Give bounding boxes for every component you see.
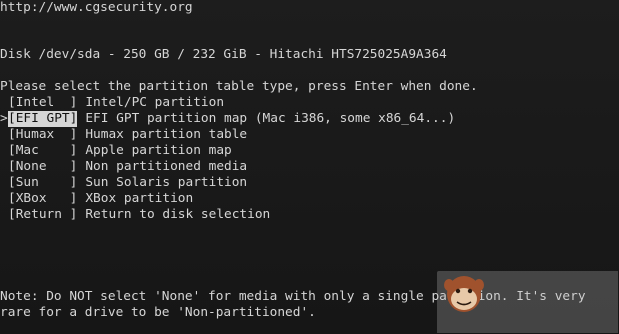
partition-option[interactable]: [Mac ] Apple partition map — [0, 143, 232, 159]
option-code: [EFI GPT] — [8, 111, 78, 127]
partition-option[interactable]: [Sun ] Sun Solaris partition — [0, 175, 247, 191]
selection-marker — [0, 95, 8, 111]
partition-option[interactable]: [Return ] Return to disk selection — [0, 207, 270, 223]
option-code: [Sun ] — [8, 175, 78, 190]
partition-option[interactable]: [XBox ] XBox partition — [0, 191, 193, 207]
note-line-2: rare for a drive to be 'Non-partitioned'… — [0, 305, 316, 320]
disk-info: Disk /dev/sda - 250 GB / 232 GiB - Hitac… — [0, 47, 447, 62]
option-description: Humax partition table — [85, 127, 248, 142]
option-code: [Return ] — [8, 207, 78, 222]
selection-marker — [0, 127, 8, 143]
partition-option[interactable]: [Intel ] Intel/PC partition — [0, 95, 224, 111]
option-description: EFI GPT partition map (Mac i386, some x8… — [85, 111, 456, 126]
watermark — [437, 271, 618, 333]
url-text: http://www.cgsecurity.org — [0, 0, 193, 15]
option-description: Apple partition map — [85, 143, 232, 158]
prompt-text: Please select the partition table type, … — [0, 79, 478, 94]
partition-option[interactable]: [Humax ] Humax partition table — [0, 127, 247, 143]
terminal-screen: http://www.cgsecurity.org Disk /dev/sda … — [0, 0, 619, 334]
option-code: [Intel ] — [8, 95, 78, 110]
selection-marker: > — [0, 111, 8, 126]
option-code: [None ] — [8, 159, 78, 174]
selection-marker — [0, 191, 8, 207]
option-code: [Mac ] — [8, 143, 78, 158]
partition-option[interactable]: [None ] Non partitioned media — [0, 159, 247, 175]
selection-marker — [0, 207, 8, 223]
option-description: XBox partition — [85, 191, 194, 206]
option-description: Non partitioned media — [85, 159, 248, 174]
option-code: [XBox ] — [8, 191, 78, 206]
monkey-face-icon — [444, 276, 484, 312]
selection-marker — [0, 143, 8, 159]
option-description: Return to disk selection — [85, 207, 271, 222]
option-description: Intel/PC partition — [85, 95, 225, 110]
partition-option[interactable]: >[EFI GPT] EFI GPT partition map (Mac i38… — [0, 111, 455, 127]
selection-marker — [0, 159, 8, 175]
selection-marker — [0, 175, 8, 191]
option-description: Sun Solaris partition — [85, 175, 248, 190]
option-code: [Humax ] — [8, 127, 78, 142]
